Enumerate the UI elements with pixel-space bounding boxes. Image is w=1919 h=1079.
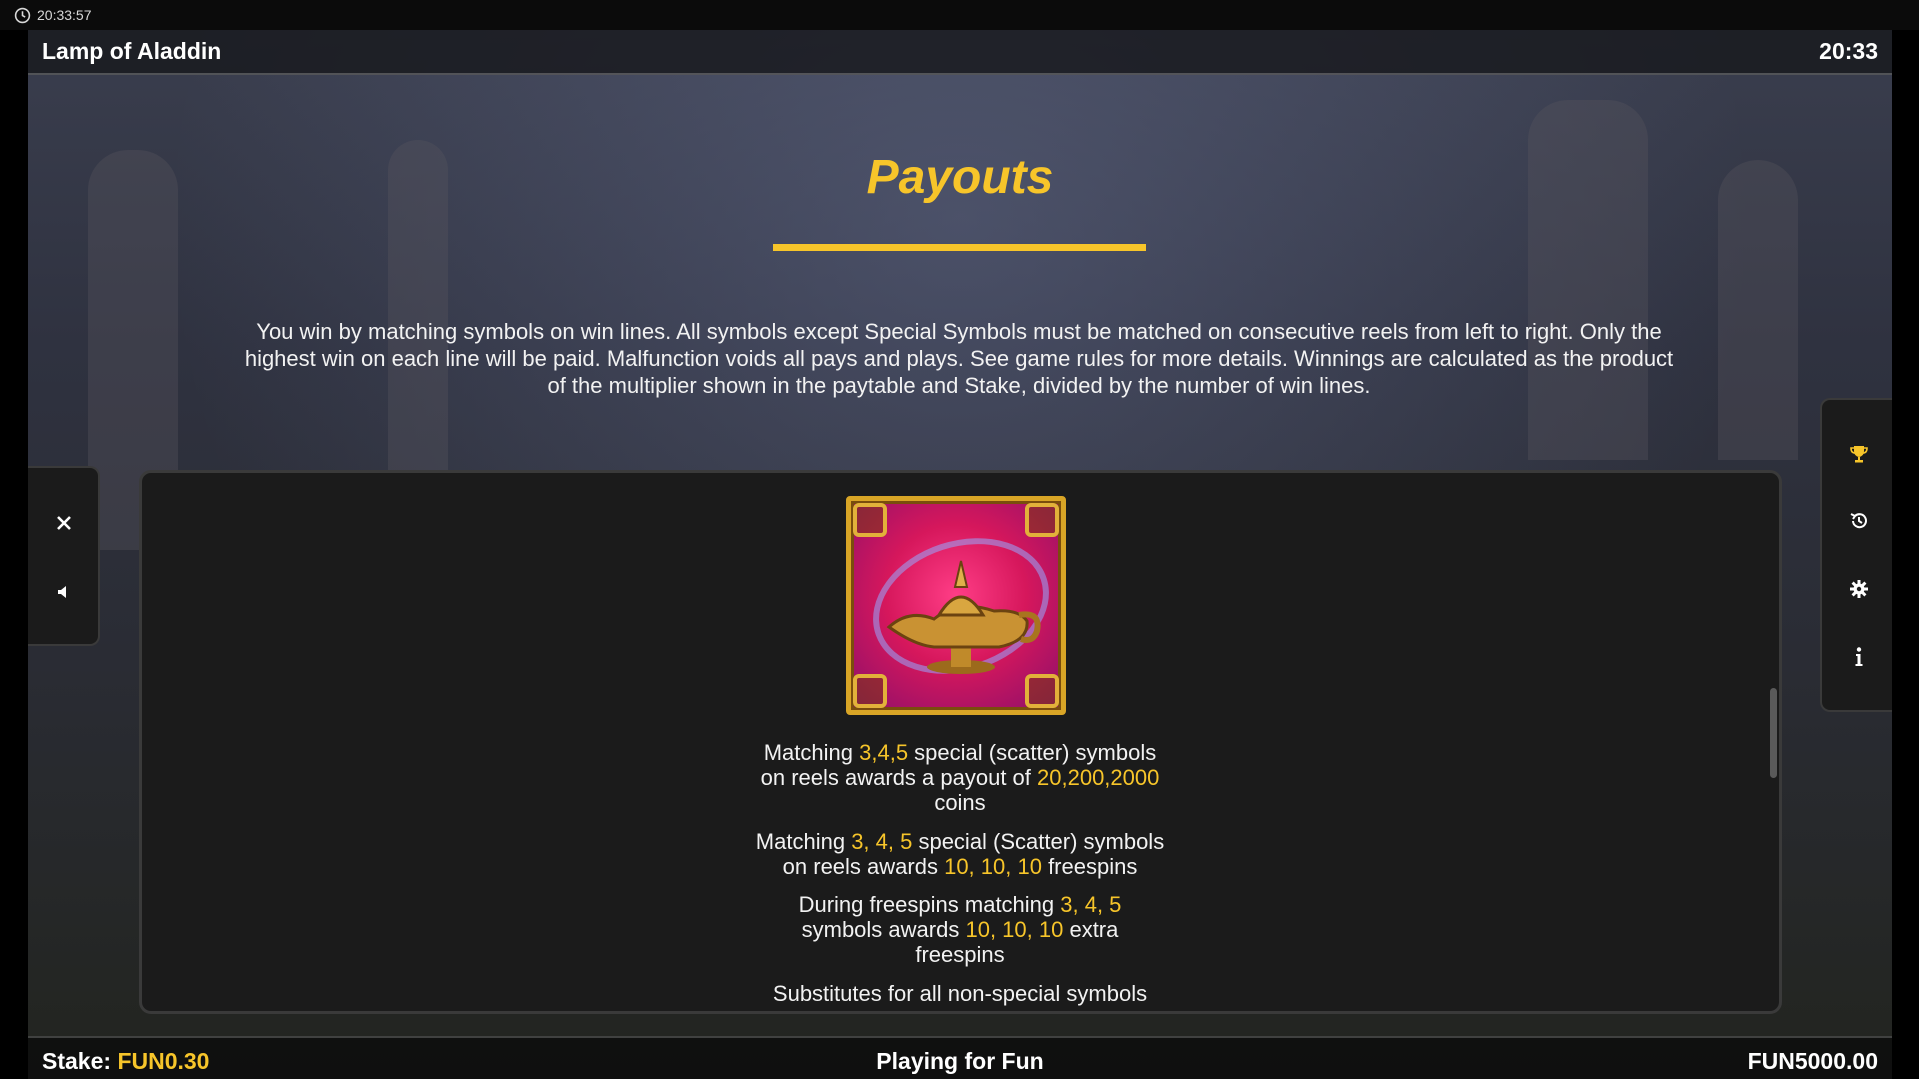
payouts-intro-text: You win by matching symbols on win lines… <box>244 319 1674 398</box>
rule-substitutes: Substitutes for all non-special symbols <box>772 981 1148 1006</box>
magic-lamp-icon <box>886 560 1041 674</box>
os-clock-time: 20:33:57 <box>37 7 92 23</box>
title-underline <box>773 244 1146 251</box>
speaker-icon <box>58 586 66 598</box>
close-icon <box>57 516 71 530</box>
header-time: 20:33 <box>1819 38 1878 64</box>
history-button[interactable] <box>1839 501 1879 541</box>
background-tower <box>1718 160 1798 460</box>
settings-button[interactable] <box>1839 569 1879 609</box>
rule-scatter-freespins: Matching 3, 4, 5 special (Scatter) symbo… <box>755 829 1165 879</box>
balance-display: FUN5000.00 <box>1747 1048 1878 1074</box>
lamp-symbol <box>846 496 1066 715</box>
os-status-bar: 20:33:57 <box>0 0 1919 30</box>
close-button[interactable] <box>44 503 84 543</box>
clock-icon <box>14 7 31 23</box>
status-bar: Stake: FUN0.30 Playing for Fun FUN5000.0… <box>28 1036 1892 1079</box>
play-mode-label: Playing for Fun <box>876 1048 1044 1074</box>
rule-scatter-payout: Matching 3,4,5 special (scatter) symbols… <box>760 740 1160 815</box>
game-header: Lamp of Aladdin 20:33 <box>28 30 1892 75</box>
game-title: Lamp of Aladdin <box>42 38 222 64</box>
rule-extra-freespins: During freespins matching 3, 4, 5 symbol… <box>798 892 1122 967</box>
stake-display: Stake: FUN0.30 <box>42 1048 209 1075</box>
frame-corner <box>1025 503 1059 537</box>
history-icon <box>1850 513 1867 529</box>
paytable-button[interactable] <box>1839 434 1879 474</box>
right-control-panel <box>1820 398 1892 712</box>
info-icon <box>1855 647 1863 666</box>
info-button[interactable] <box>1839 637 1879 677</box>
frame-corner <box>853 674 887 708</box>
frame-corner <box>1025 674 1059 708</box>
left-control-panel <box>28 466 100 646</box>
frame-corner <box>853 503 887 537</box>
stake-label: Stake: <box>42 1048 112 1074</box>
settings-icon <box>1850 580 1868 598</box>
game-frame: Lamp of Aladdin 20:33 Payouts You win by… <box>28 30 1892 1079</box>
trophy-icon <box>1850 446 1868 463</box>
sound-button[interactable] <box>44 572 84 612</box>
stake-value: FUN0.30 <box>117 1048 210 1074</box>
page-title: Payouts <box>866 151 1054 204</box>
